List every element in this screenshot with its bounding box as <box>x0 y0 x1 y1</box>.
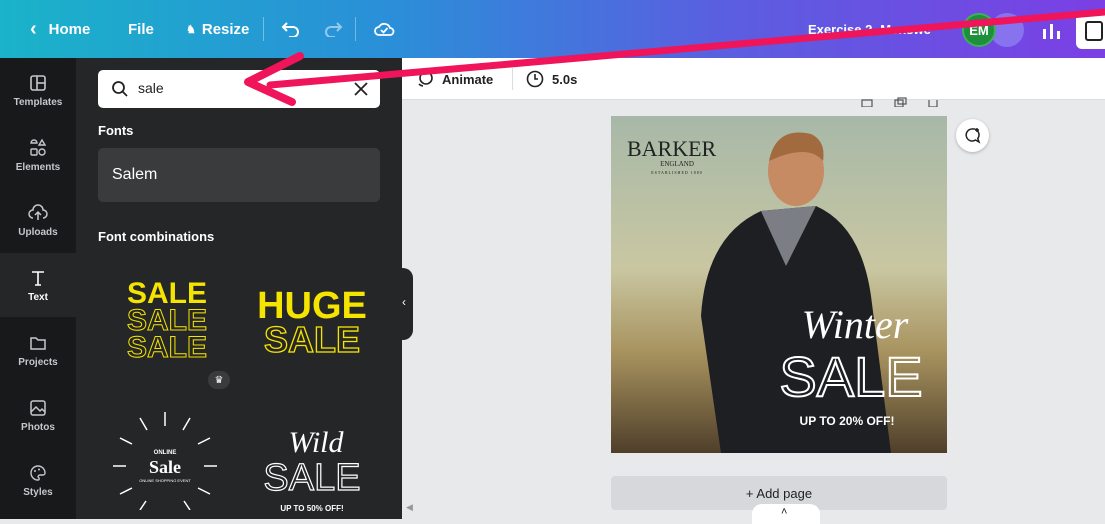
design-page[interactable]: BARKER ENGLAND ESTABLISHED 1880 Winter S… <box>611 116 947 453</box>
comment-plus-icon <box>965 128 981 144</box>
file-label: File <box>128 20 154 38</box>
delete-page-icon[interactable] <box>926 97 940 107</box>
search-value: sale <box>138 80 164 96</box>
top-bar: ‹ Home File ♞ Resize Exercise 2- Menswe … <box>0 0 1105 58</box>
brand-logo: BARKER <box>627 136 717 161</box>
combo-text: UP TO 50% OFF! <box>280 504 343 512</box>
combo-text: Sale <box>149 457 181 477</box>
search-input[interactable]: sale <box>98 70 380 108</box>
rail-item-projects[interactable]: Projects <box>0 318 76 382</box>
brand-subtitle: ENGLAND <box>660 160 694 168</box>
duplicate-page-icon[interactable] <box>893 97 907 107</box>
design-headline[interactable]: SALE <box>778 344 923 409</box>
fonts-heading: Fonts <box>98 123 134 138</box>
rail-label: Projects <box>18 356 58 368</box>
font-combination-huge-sale[interactable]: HUGE SALE <box>250 282 374 362</box>
undo-icon[interactable] <box>281 0 301 58</box>
home-label: Home <box>48 20 91 38</box>
share-icon <box>1085 21 1103 41</box>
font-combination-online-sale[interactable]: ONLINE Sale ONLINE SHOPPING EVENT <box>110 406 220 511</box>
rail-item-styles[interactable]: Styles <box>0 448 76 512</box>
chevron-left-icon: ‹ <box>30 17 37 40</box>
font-result-salem[interactable]: Salem <box>98 148 380 202</box>
resize-label: Resize <box>201 20 250 38</box>
text-icon <box>32 270 44 286</box>
font-combination-sale-stack[interactable]: SALE SALE SALE <box>98 275 236 373</box>
combo-text: SALE <box>263 457 360 499</box>
collapse-panel-handle[interactable]: ‹ <box>399 268 413 340</box>
add-comment-button[interactable] <box>956 119 989 152</box>
brand-established: ESTABLISHED 1880 <box>651 170 703 175</box>
rail-label: Templates <box>13 96 63 108</box>
projects-icon <box>30 336 46 350</box>
clear-search-icon[interactable] <box>354 82 368 96</box>
redo-icon[interactable] <box>323 0 343 58</box>
search-icon <box>112 81 128 97</box>
design-script-text[interactable]: Winter <box>802 302 909 347</box>
rail-item-photos[interactable]: Photos <box>0 383 76 447</box>
document-title[interactable]: Exercise 2- Menswe <box>808 0 931 58</box>
insights-icon[interactable] <box>1040 19 1064 41</box>
animate-button[interactable]: Animate <box>416 58 493 100</box>
toolbar-divider <box>263 17 264 41</box>
animate-icon <box>418 71 433 87</box>
combo-text: Wild <box>288 426 344 459</box>
side-rail: Templates Elements Uploads Text Projects… <box>0 58 76 519</box>
design-offer[interactable]: UP TO 20% OFF! <box>800 414 895 428</box>
templates-icon <box>30 74 46 91</box>
rail-item-text[interactable]: Text <box>0 253 76 317</box>
file-menu-button[interactable]: File <box>128 0 154 58</box>
home-button[interactable]: ‹ Home <box>30 0 90 58</box>
show-pages-button[interactable]: ˄ <box>752 504 820 524</box>
resize-button[interactable]: ♞ Resize <box>186 0 249 58</box>
elements-icon <box>30 138 47 156</box>
combo-text: SALE <box>264 319 360 360</box>
toolbar-divider <box>355 17 356 41</box>
duration-button[interactable]: 5.0s <box>526 58 577 100</box>
scroll-left-icon[interactable]: ◀ <box>406 502 413 513</box>
rail-label: Styles <box>23 486 53 498</box>
canvas-toolbar: Animate 5.0s <box>402 58 1105 100</box>
styles-icon <box>30 464 46 481</box>
cloud-saved-icon[interactable] <box>373 0 395 58</box>
font-combination-wild-sale[interactable]: Wild SALE UP TO 50% OFF! <box>252 420 372 513</box>
toolbar-divider <box>512 68 513 90</box>
rail-item-elements[interactable]: Elements <box>0 123 76 187</box>
rail-label: Text <box>28 291 48 303</box>
chevron-up-icon: ˄ <box>781 506 788 518</box>
photos-icon <box>30 399 46 416</box>
chevron-left-icon: ‹ <box>402 295 406 309</box>
crown-icon: ♞ <box>186 23 196 36</box>
combo-text: ONLINE <box>154 450 177 456</box>
avatar[interactable]: EM <box>962 13 996 47</box>
combo-text: SALE <box>127 331 207 364</box>
premium-crown-icon: ♛ <box>208 371 230 389</box>
font-combinations-heading: Font combinations <box>98 229 215 244</box>
lock-page-icon[interactable] <box>860 97 874 107</box>
rail-item-uploads[interactable]: Uploads <box>0 188 76 252</box>
uploads-icon <box>28 203 48 220</box>
combo-text: ONLINE SHOPPING EVENT <box>139 478 191 483</box>
duration-label: 5.0s <box>552 71 578 87</box>
clock-icon <box>526 70 544 88</box>
rail-item-templates[interactable]: Templates <box>0 58 76 122</box>
rail-label: Photos <box>21 421 55 433</box>
share-button[interactable] <box>1076 13 1105 49</box>
rail-label: Elements <box>15 161 61 173</box>
rail-label: Uploads <box>18 226 58 238</box>
animate-label: Animate <box>442 71 494 87</box>
